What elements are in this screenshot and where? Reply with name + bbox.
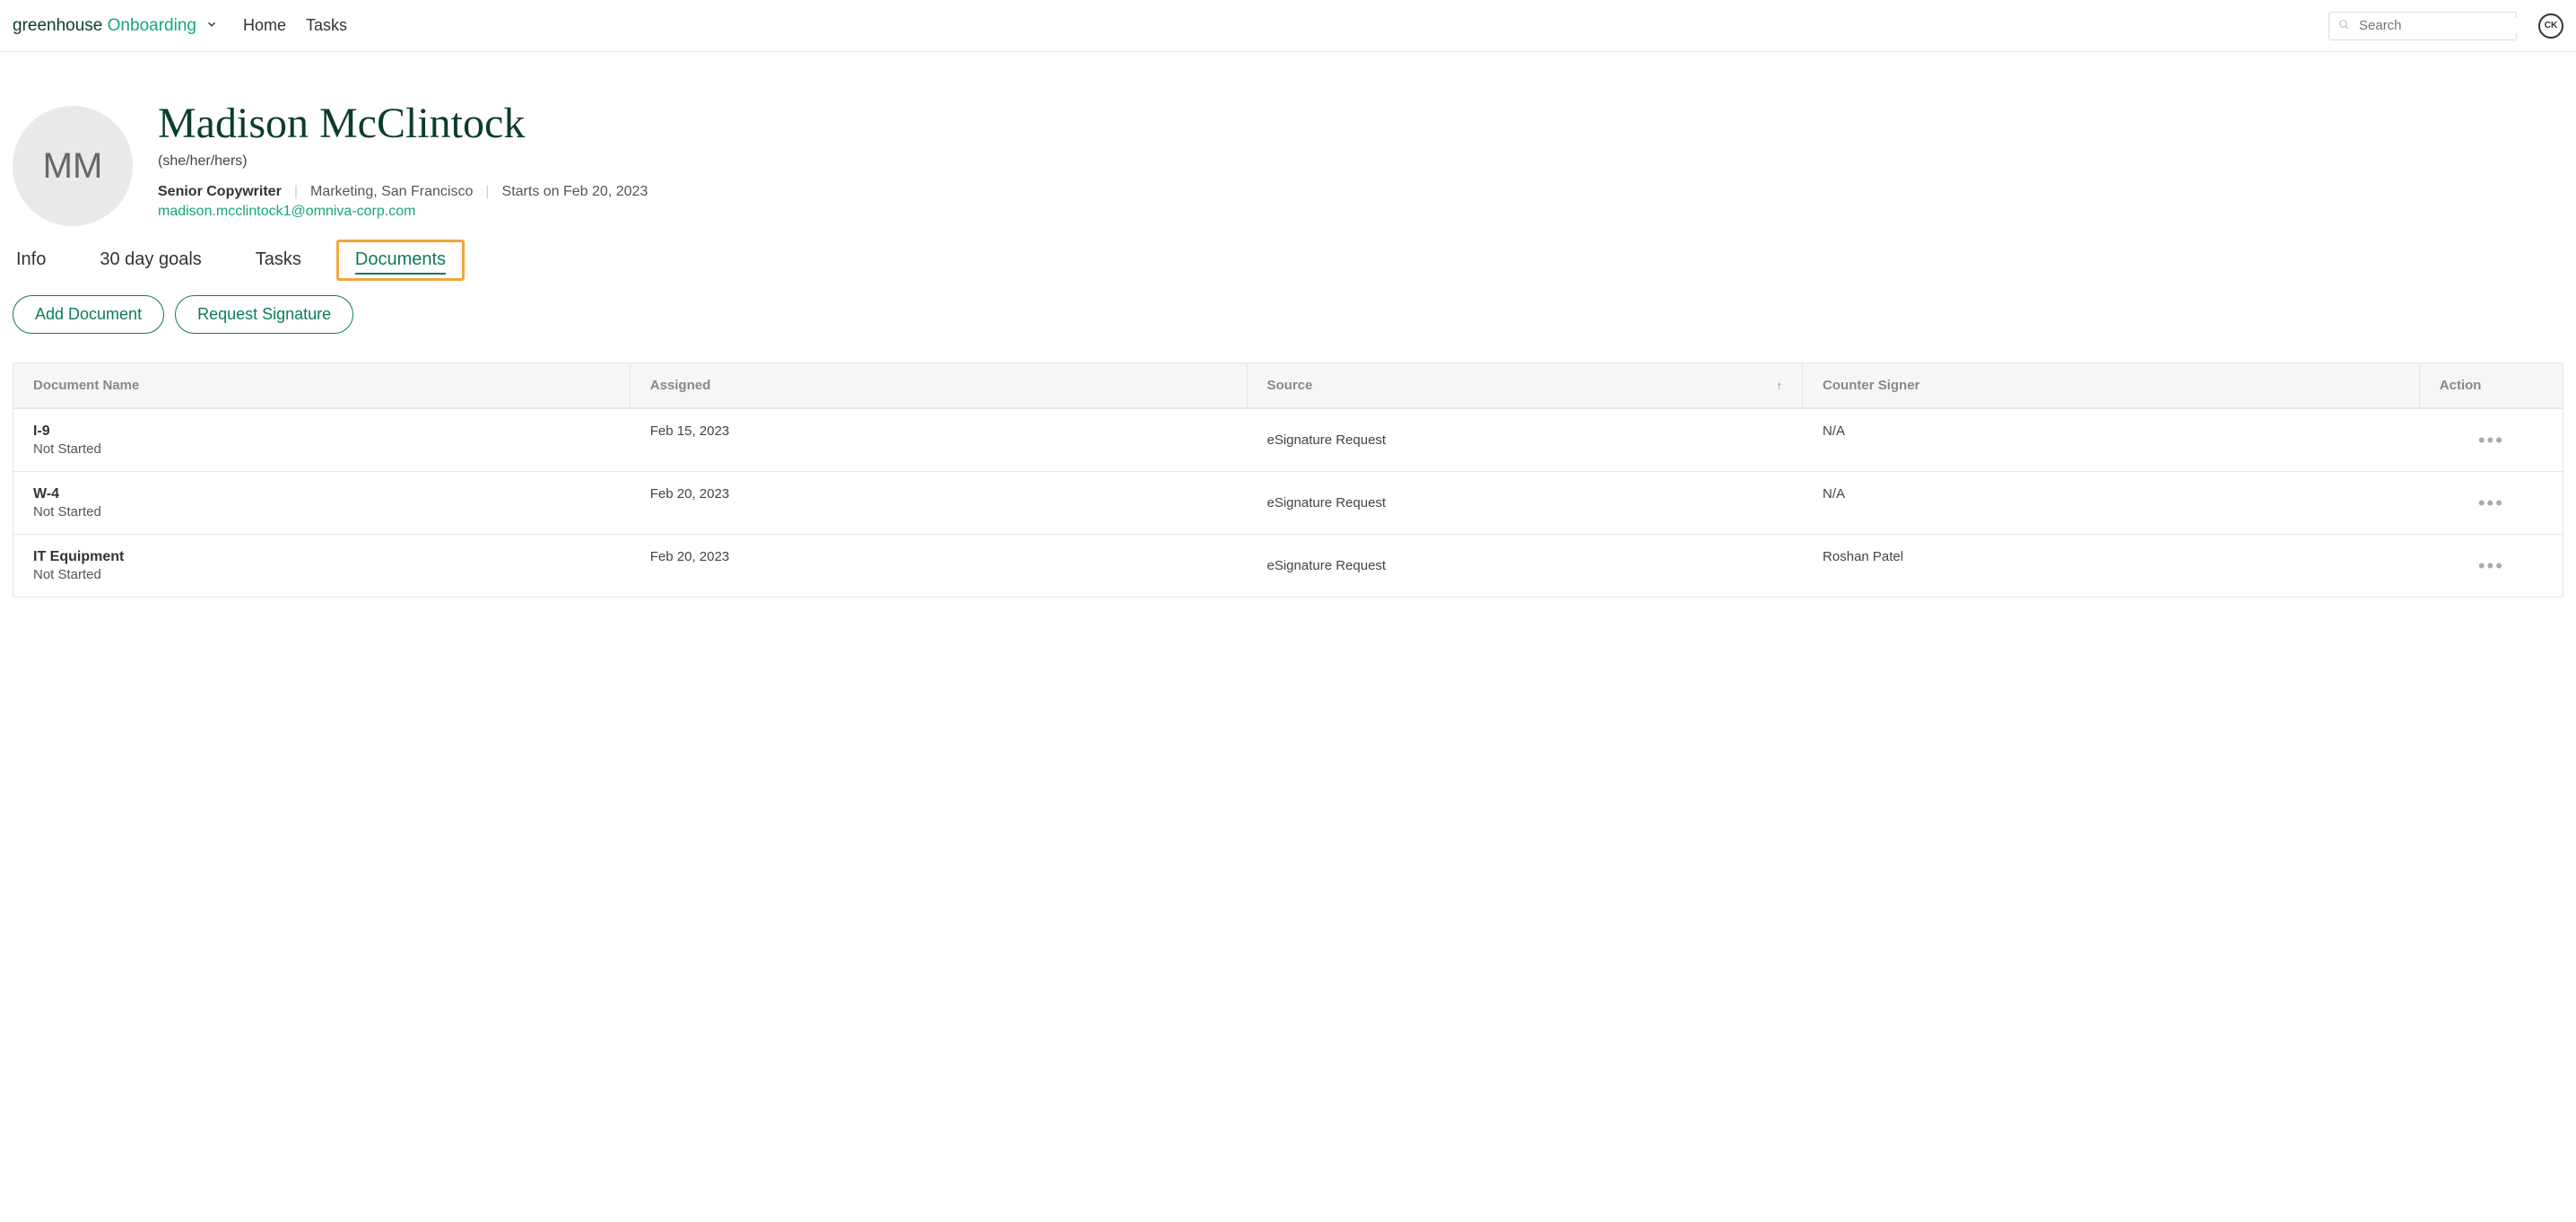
chevron-down-icon[interactable]	[205, 18, 218, 33]
col-header-signer[interactable]: Counter Signer	[1803, 363, 2420, 407]
request-signature-button[interactable]: Request Signature	[175, 295, 353, 334]
profile-email[interactable]: madison.mcclintock1@omniva-corp.com	[158, 204, 648, 220]
table-row: IT Equipment Not Started Feb 20, 2023 eS…	[13, 534, 2563, 597]
top-nav: Home Tasks	[243, 16, 347, 35]
col-header-source[interactable]: Source ↑	[1248, 363, 1804, 407]
user-avatar-badge[interactable]: CK	[2538, 13, 2563, 39]
top-header: greenhouse Onboarding Home Tasks CK	[0, 0, 2576, 52]
doc-name: IT Equipment	[33, 549, 611, 565]
profile-info: Madison McClintock (she/her/hers) Senior…	[158, 106, 648, 220]
action-buttons: Add Document Request Signature	[13, 295, 2563, 334]
doc-signer: N/A	[1803, 472, 2420, 534]
doc-assigned: Feb 15, 2023	[631, 409, 1248, 471]
row-menu-icon[interactable]: •••	[2478, 492, 2504, 515]
logo-text-onboarding: Onboarding	[108, 16, 196, 35]
dept-location: Marketing, San Francisco	[310, 184, 473, 200]
start-date: Starts on Feb 20, 2023	[502, 184, 648, 200]
col-header-action: Action	[2420, 363, 2563, 407]
doc-assigned: Feb 20, 2023	[631, 472, 1248, 534]
table-header: Document Name Assigned Source ↑ Counter …	[13, 363, 2563, 408]
search-icon	[2338, 19, 2350, 33]
profile-name: Madison McClintock	[158, 99, 648, 148]
tab-tasks[interactable]: Tasks	[256, 249, 301, 270]
table-row: W-4 Not Started Feb 20, 2023 eSignature …	[13, 471, 2563, 534]
product-logo[interactable]: greenhouse Onboarding	[13, 16, 218, 36]
divider: |	[294, 184, 298, 200]
job-title: Senior Copywriter	[158, 184, 282, 200]
doc-name: W-4	[33, 486, 611, 502]
doc-signer: Roshan Patel	[1803, 535, 2420, 597]
documents-table: Document Name Assigned Source ↑ Counter …	[13, 362, 2563, 598]
row-menu-icon[interactable]: •••	[2478, 554, 2504, 578]
doc-name: I-9	[33, 423, 611, 440]
profile-header: MM Madison McClintock (she/her/hers) Sen…	[13, 106, 2563, 226]
row-menu-icon[interactable]: •••	[2478, 429, 2504, 452]
col-header-assigned[interactable]: Assigned	[631, 363, 1248, 407]
doc-source: eSignature Request	[1248, 535, 1804, 597]
divider: |	[485, 184, 489, 200]
profile-tabs: Info 30 day goals Tasks Documents	[13, 249, 2563, 270]
doc-source: eSignature Request	[1248, 472, 1804, 534]
col-header-name[interactable]: Document Name	[13, 363, 631, 407]
doc-status: Not Started	[33, 441, 611, 457]
search-input[interactable]	[2359, 18, 2537, 33]
profile-meta: Senior Copywriter | Marketing, San Franc…	[158, 184, 648, 200]
tab-goals[interactable]: 30 day goals	[100, 249, 201, 270]
tab-highlight: Documents	[336, 240, 465, 281]
tab-info[interactable]: Info	[16, 249, 46, 270]
avatar: MM	[13, 106, 133, 226]
sort-arrow-icon: ↑	[1777, 379, 1783, 392]
doc-signer: N/A	[1803, 409, 2420, 471]
content: MM Madison McClintock (she/her/hers) Sen…	[0, 52, 2576, 598]
table-row: I-9 Not Started Feb 15, 2023 eSignature …	[13, 408, 2563, 471]
doc-source: eSignature Request	[1248, 409, 1804, 471]
nav-tasks[interactable]: Tasks	[306, 16, 347, 35]
nav-home[interactable]: Home	[243, 16, 286, 35]
col-header-source-text: Source	[1267, 378, 1313, 393]
profile-pronouns: (she/her/hers)	[158, 153, 648, 170]
add-document-button[interactable]: Add Document	[13, 295, 164, 334]
tab-documents[interactable]: Documents	[355, 249, 446, 275]
logo-text-greenhouse: greenhouse	[13, 16, 102, 35]
doc-status: Not Started	[33, 567, 611, 582]
doc-status: Not Started	[33, 504, 611, 519]
search-box[interactable]	[2328, 12, 2517, 40]
doc-assigned: Feb 20, 2023	[631, 535, 1248, 597]
